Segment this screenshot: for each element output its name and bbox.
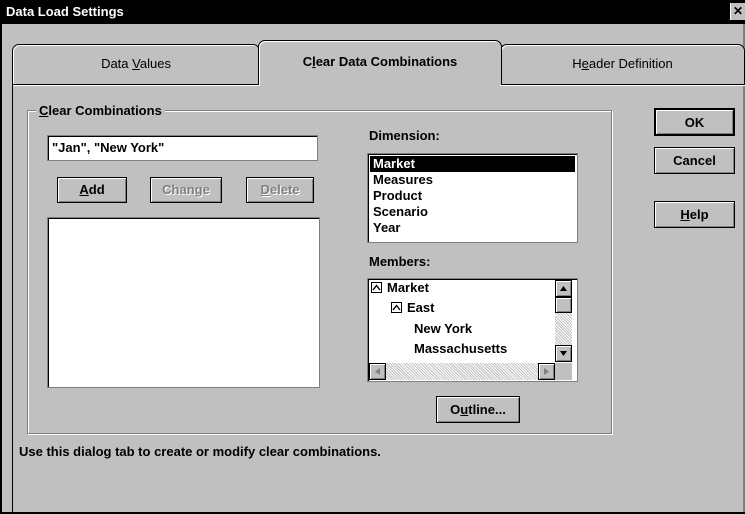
tree-item-market[interactable]: Market [371,279,429,297]
scroll-left-icon[interactable] [369,363,386,380]
tree-item-new-york[interactable]: New York [414,320,472,338]
cancel-button[interactable]: Cancel [654,147,735,174]
tab-label: Header Definition [572,56,673,71]
tab-divider-highlight [500,85,745,86]
tree-item-east[interactable]: East [391,299,434,317]
change-button[interactable]: Change [150,177,222,203]
tree-item-massachusetts[interactable]: Massachusetts [414,340,507,358]
list-item[interactable]: Product [370,188,575,204]
tab-data-values[interactable]: Data Values [12,44,260,84]
scroll-corner [555,363,572,380]
group-label: Clear Combinations [36,103,165,118]
tab-clear-data-combinations[interactable]: Clear Data Combinations [258,40,502,85]
collapse-icon[interactable] [391,302,402,314]
list-item[interactable]: Market [370,156,575,172]
delete-button[interactable]: Delete [246,177,314,203]
window-frame-left [0,24,2,514]
tab-header-definition[interactable]: Header Definition [500,44,745,84]
window-title: Data Load Settings [6,4,124,19]
members-label: Members: [369,254,431,269]
scroll-thumb[interactable] [555,297,572,313]
combination-input[interactable]: "Jan", "New York" [47,135,318,161]
horizontal-scrollbar[interactable] [369,363,555,380]
dimension-list[interactable]: Market Measures Product Scenario Year [367,153,578,243]
list-item[interactable]: Scenario [370,204,575,220]
dimension-label: Dimension: [369,128,440,143]
title-bar: Data Load Settings ✕ [0,0,745,24]
outline-button[interactable]: Outline... [436,396,520,423]
list-item[interactable]: Measures [370,172,575,188]
tab-divider-highlight [12,85,260,86]
tab-label: Data Values [101,56,171,71]
scroll-right-icon[interactable] [538,363,555,380]
collapse-icon[interactable] [371,282,382,294]
close-icon[interactable]: ✕ [730,3,745,20]
tab-label: Clear Data Combinations [302,54,458,69]
combinations-list[interactable] [47,217,320,388]
status-text: Use this dialog tab to create or modify … [19,444,381,459]
scroll-up-icon[interactable] [555,280,572,297]
help-button[interactable]: Help [654,201,735,228]
list-item[interactable]: Year [370,220,575,236]
scroll-down-icon[interactable] [555,345,572,362]
panel-edge [12,84,13,514]
ok-button[interactable]: OK [654,108,735,136]
add-button[interactable]: Add [57,177,127,203]
